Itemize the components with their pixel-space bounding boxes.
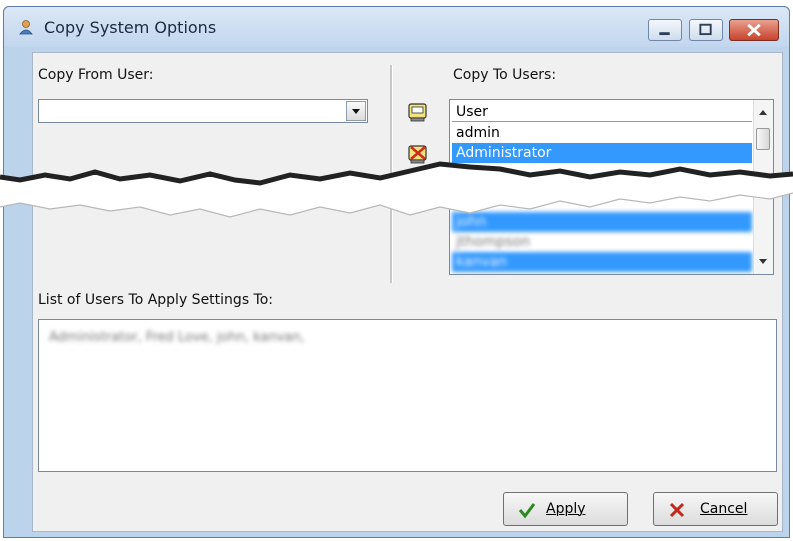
apply-button[interactable]: Apply: [503, 492, 628, 526]
minimize-icon: [659, 32, 670, 36]
checkmark-icon: [518, 503, 536, 519]
apply-list-textarea[interactable]: Administrator, Fred Love, john, kanvan,: [38, 319, 777, 472]
title-bar[interactable]: Copy System Options: [4, 7, 789, 47]
torn-edge-overlay: [0, 161, 793, 218]
cancel-x-icon: [669, 502, 685, 518]
scroll-down-icon[interactable]: [756, 254, 770, 268]
apply-button-label: Apply: [546, 501, 586, 517]
apply-list-label: List of Users To Apply Settings To:: [38, 292, 274, 308]
copy-from-label: Copy From User:: [38, 67, 154, 83]
list-item[interactable]: kanvan: [452, 252, 752, 272]
cancel-button[interactable]: Cancel: [653, 492, 778, 526]
apply-list-value: Administrator, Fred Love, john, kanvan,: [49, 330, 305, 345]
dialog-window: Copy System Options Copy From User: Copy…: [3, 6, 790, 538]
user-icon: [19, 20, 33, 35]
maximize-button[interactable]: [689, 19, 723, 41]
copy-to-label: Copy To Users:: [453, 67, 557, 83]
minimize-button[interactable]: [648, 19, 682, 41]
window-title: Copy System Options: [44, 18, 217, 37]
cancel-button-label: Cancel: [700, 501, 748, 517]
maximize-icon: [699, 23, 712, 36]
close-button[interactable]: [729, 19, 779, 41]
list-item[interactable]: jthompson: [452, 232, 752, 252]
close-icon: [747, 23, 761, 37]
